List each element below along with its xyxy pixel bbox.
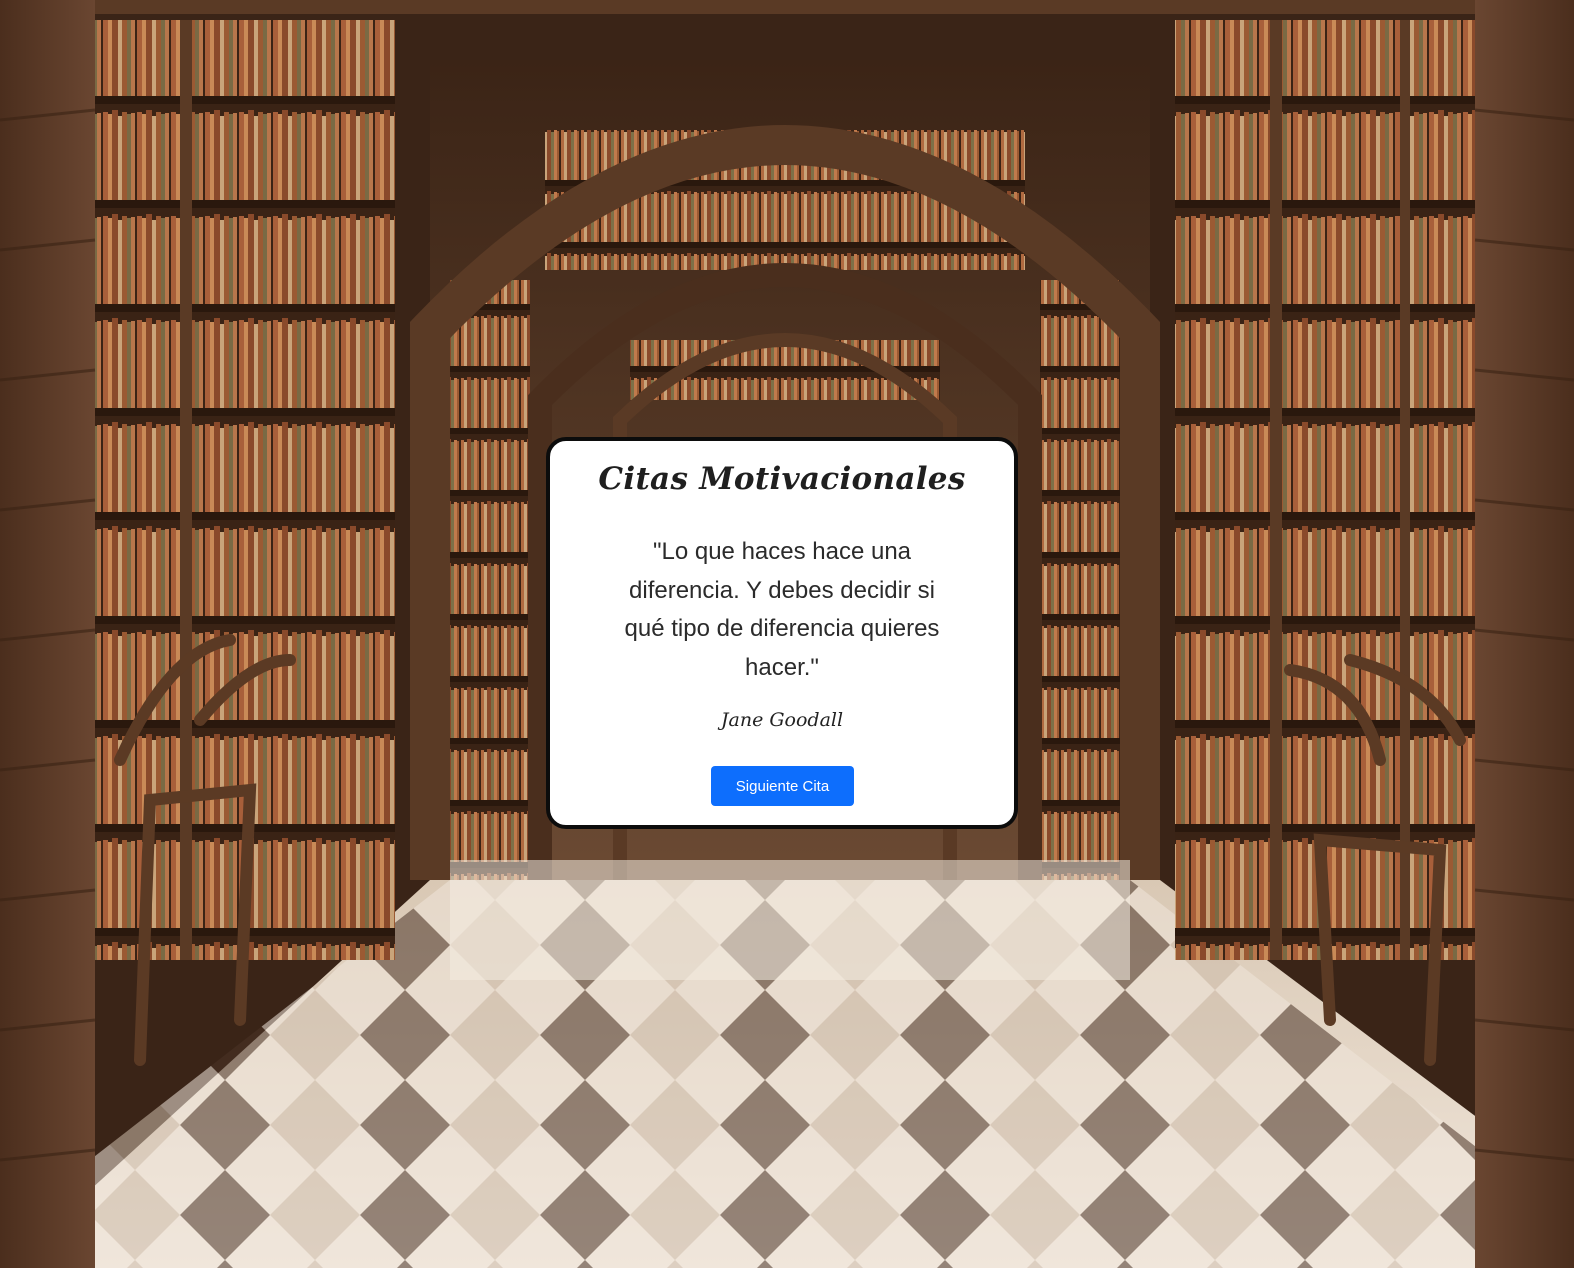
- quote-text: "Lo que haces hace una diferencia. Y deb…: [624, 538, 940, 681]
- next-quote-button[interactable]: Siguiente Cita: [711, 766, 854, 806]
- card-title: Citas Motivacionales: [598, 461, 966, 497]
- page: Citas Motivacionales "Lo que haces hace …: [0, 0, 1574, 1268]
- quote-author: Jane Goodall: [720, 709, 844, 731]
- quote-card: Citas Motivacionales "Lo que haces hace …: [546, 437, 1018, 829]
